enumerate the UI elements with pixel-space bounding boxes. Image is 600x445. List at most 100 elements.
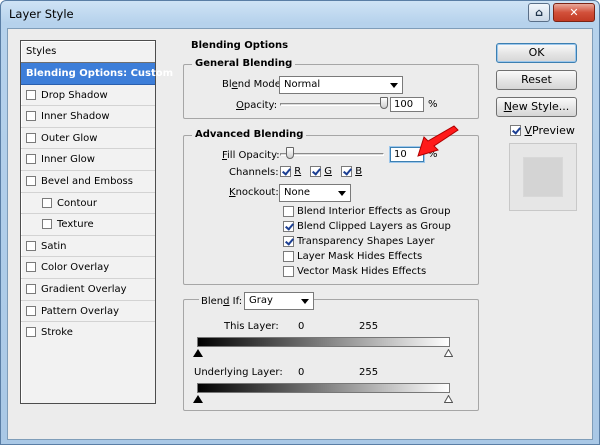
styles-list: Styles Blending Options: Custom Drop Sha… — [20, 40, 173, 404]
opacity-slider-track[interactable] — [280, 103, 384, 106]
channel-g-checkbox[interactable] — [310, 166, 321, 177]
style-blending-options[interactable]: Blending Options: Custom — [21, 63, 173, 85]
chevron-down-icon — [338, 191, 346, 196]
style-inner-shadow[interactable]: Inner Shadow — [21, 106, 155, 128]
style-bevel-emboss[interactable]: Bevel and Emboss — [21, 171, 155, 193]
blend-if-value: Gray — [249, 295, 273, 306]
channel-r[interactable]: R — [280, 166, 301, 177]
underlying-layer-label: Underlying Layer: — [194, 367, 283, 378]
style-checkbox[interactable] — [26, 111, 36, 122]
ok-button[interactable]: OK — [496, 43, 577, 63]
blend-mode-label: Blend Mode: — [222, 79, 285, 90]
style-pattern-overlay[interactable]: Pattern Overlay — [21, 301, 155, 323]
this-layer-min: 0 — [298, 321, 305, 332]
style-drop-shadow[interactable]: Drop Shadow — [21, 85, 155, 107]
blend-mode-select[interactable]: Normal — [279, 76, 403, 94]
style-checkbox[interactable] — [26, 240, 36, 251]
underlying-layer-gradient[interactable] — [197, 383, 450, 393]
channel-r-label: R — [294, 166, 302, 177]
style-label: Pattern Overlay — [41, 305, 120, 317]
style-preview-swatch — [509, 143, 577, 211]
preview-checkbox[interactable] — [510, 125, 521, 136]
reset-button[interactable]: Reset — [496, 70, 577, 90]
option-layer-mask-hides[interactable]: Layer Mask Hides Effects — [283, 251, 422, 262]
style-checkbox[interactable] — [26, 89, 36, 100]
opacity-input[interactable]: 100 — [390, 97, 424, 112]
style-checkbox[interactable] — [42, 219, 52, 230]
option-blend-clipped[interactable]: Blend Clipped Layers as Group — [283, 221, 451, 232]
layer-style-window: Layer Style ⌂ ✕ Styles Blending Options:… — [0, 0, 600, 445]
close-button[interactable]: ✕ — [553, 3, 595, 22]
this-layer-white-slider[interactable] — [444, 349, 453, 357]
style-label: Texture — [57, 219, 94, 231]
channel-b-label: B — [355, 166, 363, 177]
style-label: Blending Options: Custom — [26, 68, 174, 79]
underlying-layer-black-slider[interactable] — [193, 395, 203, 403]
styles-header[interactable]: Styles — [21, 41, 155, 63]
option-label: Blend Clipped Layers as Group — [297, 221, 451, 232]
blend-mode-value: Normal — [284, 79, 321, 90]
opacity-slider-thumb[interactable] — [380, 97, 388, 109]
blend-if-label: Blend If: — [199, 296, 245, 307]
style-checkbox[interactable] — [26, 327, 36, 338]
this-layer-label: This Layer: — [224, 321, 279, 332]
channel-r-checkbox[interactable] — [280, 166, 291, 177]
style-label: Gradient Overlay — [41, 283, 127, 295]
style-checkbox[interactable] — [26, 262, 36, 273]
style-checkbox[interactable] — [26, 283, 36, 294]
style-label: Satin — [41, 240, 67, 252]
style-checkbox[interactable] — [26, 132, 36, 143]
style-stroke[interactable]: Stroke — [21, 322, 155, 344]
new-style-button[interactable]: New Style... — [496, 97, 577, 117]
style-gradient-overlay[interactable]: Gradient Overlay — [21, 279, 155, 301]
style-contour[interactable]: Contour — [21, 193, 155, 215]
this-layer-gradient[interactable] — [197, 337, 450, 347]
option-checkbox[interactable] — [283, 251, 294, 262]
option-label: Layer Mask Hides Effects — [297, 251, 423, 262]
channel-g-label: G — [324, 166, 332, 177]
option-label: Transparency Shapes Layer — [297, 236, 435, 247]
style-inner-glow[interactable]: Inner Glow — [21, 149, 155, 171]
style-label: Inner Shadow — [41, 111, 110, 123]
channel-b-checkbox[interactable] — [341, 166, 352, 177]
knockout-value: None — [284, 187, 311, 198]
option-label: Blend Interior Effects as Group — [297, 206, 451, 217]
restore-icon[interactable]: ⌂ — [528, 3, 550, 22]
this-layer-black-slider[interactable] — [193, 349, 203, 357]
style-label: Bevel and Emboss — [41, 175, 133, 187]
option-checkbox[interactable] — [283, 266, 294, 277]
fill-opacity-slider-track[interactable] — [280, 153, 384, 156]
underlying-layer-white-slider[interactable] — [444, 395, 453, 403]
style-checkbox[interactable] — [42, 197, 52, 208]
knockout-label: Knockout: — [229, 187, 279, 198]
style-checkbox[interactable] — [26, 175, 36, 186]
style-label: Stroke — [41, 327, 73, 339]
fill-opacity-slider-thumb[interactable] — [286, 147, 295, 159]
style-satin[interactable]: Satin — [21, 236, 155, 258]
style-label: Inner Glow — [41, 154, 95, 166]
option-transparency-shapes[interactable]: Transparency Shapes Layer — [283, 236, 434, 247]
style-checkbox[interactable] — [26, 154, 36, 165]
chevron-down-icon — [390, 83, 398, 88]
style-checkbox[interactable] — [26, 305, 36, 316]
channel-b[interactable]: B — [341, 166, 362, 177]
title-bar[interactable]: Layer Style ⌂ ✕ — [1, 1, 599, 27]
underlying-layer-max: 255 — [359, 367, 379, 378]
option-blend-interior[interactable]: Blend Interior Effects as Group — [283, 206, 450, 217]
option-vector-mask-hides[interactable]: Vector Mask Hides Effects — [283, 266, 426, 277]
style-label: Outer Glow — [41, 132, 98, 144]
option-checkbox[interactable] — [283, 206, 294, 217]
style-texture[interactable]: Texture — [21, 214, 155, 236]
blend-if-select[interactable]: Gray — [244, 292, 314, 310]
option-checkbox[interactable] — [283, 236, 294, 247]
knockout-select[interactable]: None — [279, 184, 351, 202]
preview-toggle[interactable]: VPreview — [510, 124, 575, 137]
option-checkbox[interactable] — [283, 221, 294, 232]
style-color-overlay[interactable]: Color Overlay — [21, 257, 155, 279]
fill-opacity-label: Fill Opacity: — [222, 150, 280, 161]
this-layer-max: 255 — [359, 321, 379, 332]
style-outer-glow[interactable]: Outer Glow — [21, 128, 155, 150]
channel-g[interactable]: G — [310, 166, 332, 177]
dialog-client-area: Styles Blending Options: Custom Drop Sha… — [7, 28, 593, 440]
advanced-blending-title: Advanced Blending — [192, 129, 307, 140]
